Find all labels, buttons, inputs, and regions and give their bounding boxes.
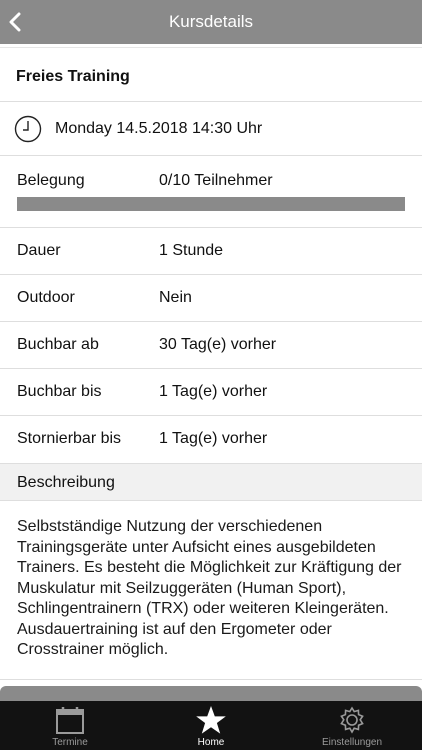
tab-label: Termine: [52, 737, 88, 748]
calendar-icon: [56, 707, 84, 734]
course-title: Freies Training: [16, 68, 130, 85]
detail-value: 1 Stunde: [159, 242, 224, 259]
tab-einstellungen[interactable]: Einstellungen: [282, 701, 422, 750]
tab-label: Home: [197, 737, 225, 748]
description-header-label: Beschreibung: [17, 474, 115, 491]
detail-row-buchbar-bis: Buchbar bis 1 Tag(e) vorher: [0, 369, 422, 416]
gear-icon: [340, 706, 364, 734]
detail-row-buchbar-ab: Buchbar ab 30 Tag(e) vorher: [0, 322, 422, 369]
belegung-value: 0/10 Teilnehmer: [159, 172, 273, 189]
course-description: Selbstständige Nutzung der verschiedenen…: [0, 501, 422, 680]
page-title: Kursdetails: [168, 12, 254, 31]
course-title-row: Freies Training: [0, 48, 422, 102]
nav-header: Kursdetails: [0, 0, 422, 44]
detail-label: Dauer: [17, 242, 61, 259]
detail-row-outdoor: Outdoor Nein: [0, 275, 422, 322]
occupancy-progress-bar: [17, 197, 405, 211]
belegung-label: Belegung: [17, 172, 85, 189]
course-datetime: Monday 14.5.2018 14:30 Uhr: [55, 120, 263, 137]
detail-row-dauer: Dauer 1 Stunde: [0, 228, 422, 275]
star-icon: [196, 706, 226, 734]
detail-value: 30 Tag(e) vorher: [159, 336, 277, 353]
tab-label: Einstellungen: [321, 737, 383, 748]
detail-value: Nein: [159, 289, 192, 306]
detail-row-stornierbar-bis: Stornierbar bis 1 Tag(e) vorher: [0, 416, 422, 463]
tab-bar: Termine Home Einstellungen: [0, 701, 422, 750]
tab-home[interactable]: Home: [141, 701, 281, 750]
detail-value: 1 Tag(e) vorher: [159, 383, 268, 400]
description-header: Beschreibung: [0, 463, 422, 501]
action-button-edge[interactable]: [0, 686, 422, 701]
course-details[interactable]: Freies Training Monday 14.5.2018 14:30 U…: [0, 44, 422, 701]
clock-icon: [14, 115, 42, 143]
belegung-row: Belegung 0/10 Teilnehmer: [0, 156, 422, 228]
detail-label: Buchbar ab: [17, 336, 99, 353]
detail-label: Stornierbar bis: [17, 430, 122, 447]
detail-label: Outdoor: [17, 289, 75, 306]
detail-label: Buchbar bis: [17, 383, 102, 400]
detail-value: 1 Tag(e) vorher: [159, 430, 268, 447]
tab-termine[interactable]: Termine: [0, 701, 140, 750]
datetime-row: Monday 14.5.2018 14:30 Uhr: [0, 102, 422, 156]
